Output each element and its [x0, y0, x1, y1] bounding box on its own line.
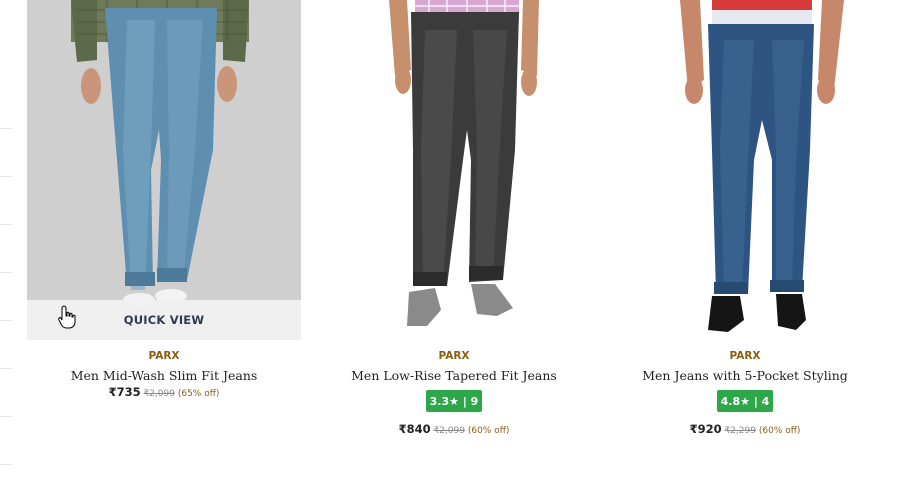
product-brand: PARX: [148, 350, 180, 362]
sale-price: ₹840: [398, 422, 431, 436]
product-card[interactable]: PARX Men Jeans with 5-Pocket Styling 4.8…: [608, 0, 882, 486]
product-brand: PARX: [729, 350, 761, 362]
product-image[interactable]: QUICK VIEW: [27, 0, 301, 340]
original-price: ₹2,299: [724, 426, 756, 436]
divider: [0, 368, 12, 369]
divider: [0, 320, 12, 321]
product-photo-jeans-black: [389, 0, 539, 326]
divider: [0, 464, 12, 465]
filter-panel-edge: [0, 0, 14, 486]
divider: [0, 224, 12, 225]
product-card[interactable]: PARX Men Low-Rise Tapered Fit Jeans 3.3★…: [317, 0, 591, 486]
product-name[interactable]: Men Mid-Wash Slim Fit Jeans: [27, 368, 301, 383]
rating-badge[interactable]: 4.8★ | 4: [717, 390, 773, 412]
hand-cursor-icon: [58, 305, 76, 329]
product-name[interactable]: Men Jeans with 5-Pocket Styling: [608, 368, 882, 383]
price-row: ₹920 ₹2,299 (60% off): [608, 422, 882, 436]
divider: [0, 416, 12, 417]
product-image[interactable]: [317, 0, 591, 340]
discount-label: (65% off): [177, 389, 220, 399]
original-price: ₹2,099: [433, 426, 465, 436]
divider: [0, 128, 12, 129]
divider: [0, 272, 12, 273]
product-image[interactable]: [608, 0, 882, 340]
divider: [0, 176, 12, 177]
product-photo-jeans-mid-wash: [71, 0, 249, 307]
discount-label: (60% off): [467, 426, 510, 436]
product-photo-jeans-dark-blue: [680, 0, 844, 332]
sale-price: ₹920: [689, 422, 722, 436]
product-card[interactable]: QUICK VIEW PARX Men Mid-Wash Slim Fit Je…: [27, 0, 301, 486]
sale-price: ₹735: [108, 385, 141, 399]
price-row: ₹735 ₹2,099 (65% off): [27, 385, 301, 399]
rating-badge[interactable]: 3.3★ | 9: [426, 390, 482, 412]
original-price: ₹2,099: [143, 389, 175, 399]
discount-label: (60% off): [758, 426, 801, 436]
product-name[interactable]: Men Low-Rise Tapered Fit Jeans: [317, 368, 591, 383]
price-row: ₹840 ₹2,099 (60% off): [317, 422, 591, 436]
product-brand: PARX: [438, 350, 470, 362]
